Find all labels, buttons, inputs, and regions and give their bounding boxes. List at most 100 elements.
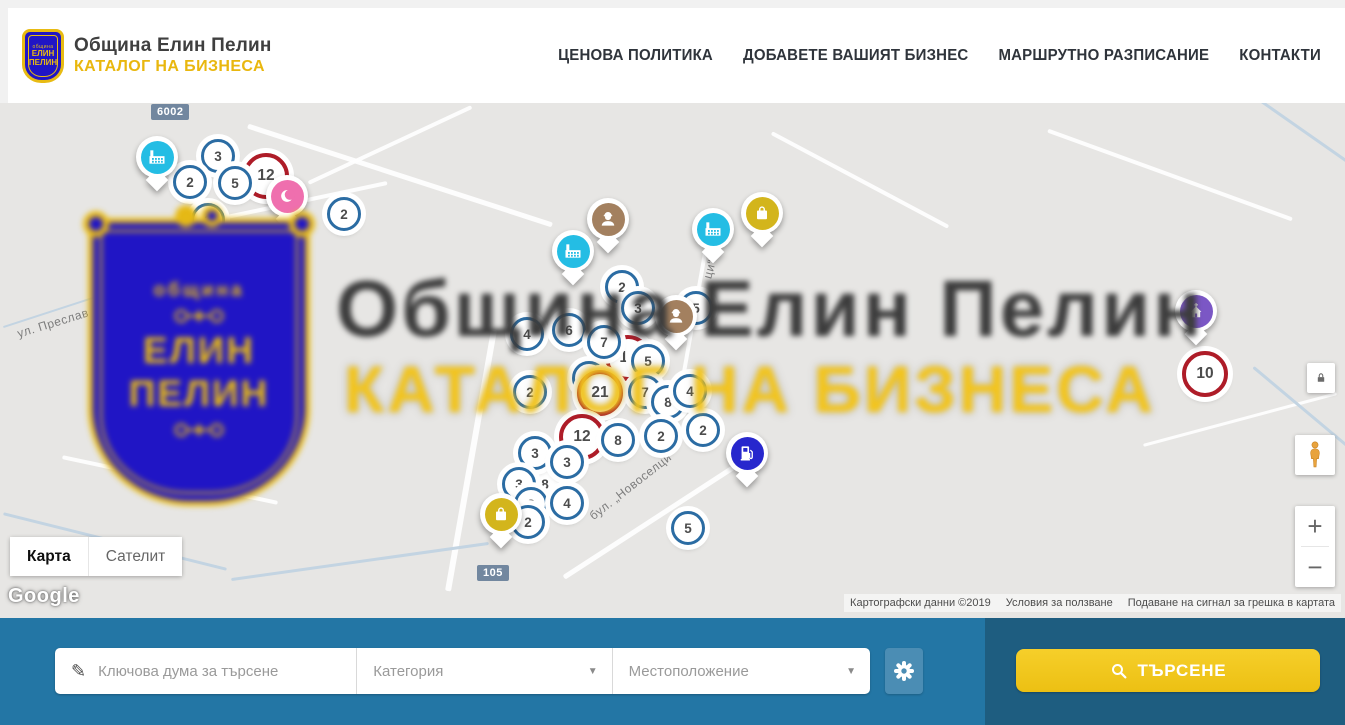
pegman-icon: [1304, 440, 1326, 470]
gear-icon: [892, 659, 916, 683]
cluster-count: 5: [231, 176, 239, 191]
cluster-marker[interactable]: 21: [577, 370, 623, 416]
zoom-out-button[interactable]: −: [1295, 547, 1335, 587]
crescent-pin-marker[interactable]: [266, 175, 308, 231]
bag-icon: [746, 197, 779, 230]
keyword-input[interactable]: [96, 662, 346, 681]
nav-contacts[interactable]: КОНТАКТИ: [1239, 47, 1321, 65]
cluster-marker[interactable]: 2: [644, 419, 678, 453]
cluster-count: 4: [523, 327, 531, 342]
google-logo[interactable]: Google: [8, 585, 80, 608]
factory-pin-marker[interactable]: [552, 230, 594, 286]
terms-of-use-link[interactable]: Условия за ползване: [1006, 597, 1113, 609]
cluster-marker[interactable]: 6: [552, 313, 586, 347]
cluster-marker[interactable]: 4: [510, 317, 544, 351]
map-type-control: Карта Сателит: [10, 537, 182, 576]
cluster-marker[interactable]: 3: [621, 291, 655, 325]
cluster-marker[interactable]: 3: [550, 445, 584, 479]
nav-pricing-policy[interactable]: ЦЕНОВА ПОЛИТИКА: [558, 47, 713, 65]
cluster-count: 2: [186, 175, 194, 190]
cluster-count: 3: [531, 446, 539, 461]
factory-icon: [557, 235, 590, 268]
watermark-crest-name-1: ЕЛИН: [143, 330, 255, 373]
map-type-map-button[interactable]: Карта: [10, 537, 88, 576]
lock-icon: [1314, 370, 1328, 386]
cluster-count: 6: [565, 323, 573, 338]
cluster-count: 8: [541, 477, 549, 492]
cluster-marker[interactable]: 2: [191, 203, 225, 237]
cluster-marker[interactable]: 2: [327, 197, 361, 231]
crest-flourish-icon: [162, 306, 236, 326]
advanced-search-gear-button[interactable]: [885, 648, 923, 694]
page-frame-top: [0, 0, 1345, 8]
church-icon: [1180, 295, 1213, 328]
watermark-crest: община ЕЛИН ПЕЛИН: [88, 218, 310, 506]
cluster-count: 10: [1196, 365, 1213, 383]
pin-disc: [1175, 290, 1217, 332]
cluster-count: 2: [699, 423, 707, 438]
cluster-count: 3: [634, 301, 642, 316]
zoom-in-button[interactable]: +: [1295, 506, 1335, 546]
search-icon: [1110, 662, 1128, 680]
location-select[interactable]: Местоположение ▼: [613, 648, 870, 694]
factory-pin-marker[interactable]: [692, 208, 734, 264]
cluster-marker[interactable]: 10: [1182, 351, 1228, 397]
logo-text: Община Елин Пелин КАТАЛОГ НА БИЗНЕСА: [74, 35, 272, 76]
cluster-count: 2: [204, 213, 212, 228]
factory-icon: [697, 213, 730, 246]
cluster-marker[interactable]: 8: [601, 423, 635, 457]
map-type-satellite-button[interactable]: Сателит: [89, 537, 182, 576]
pin-disc: [136, 136, 178, 178]
factory-pin-marker[interactable]: [136, 136, 178, 192]
fuel-pin-marker[interactable]: [726, 432, 768, 488]
pin-disc: [552, 230, 594, 272]
cluster-marker[interactable]: 5: [218, 166, 252, 200]
road-line: [62, 455, 278, 505]
map-canvas[interactable]: 6002105ул. Преславбул. „Новоселци“ци“ 12…: [0, 103, 1345, 618]
crescent-icon: [271, 180, 304, 213]
bag-pin-marker[interactable]: [741, 192, 783, 248]
cluster-marker[interactable]: 3: [518, 436, 552, 470]
cluster-count: 5: [644, 354, 652, 369]
page: община ЕЛИН ПЕЛИН Община Елин Пелин КАТА…: [0, 0, 1345, 725]
crest-name-2: ПЕЛИН: [29, 59, 57, 68]
road-line: [445, 329, 497, 591]
location-placeholder: Местоположение: [629, 663, 749, 680]
cluster-count: 2: [618, 280, 626, 295]
cluster-count: 2: [526, 385, 534, 400]
header-logo-link[interactable]: община ЕЛИН ПЕЛИН Община Елин Пелин КАТА…: [22, 29, 272, 83]
cluster-marker[interactable]: 4: [673, 374, 707, 408]
street-view-pegman-button[interactable]: [1295, 435, 1335, 475]
cluster-marker[interactable]: 4: [550, 486, 584, 520]
cluster-count: 5: [684, 521, 692, 536]
site-title: Община Елин Пелин: [74, 35, 272, 57]
keyword-field: ✎: [55, 648, 356, 694]
category-placeholder: Категория: [373, 663, 443, 680]
church-pin-marker[interactable]: [1175, 290, 1217, 346]
watermark-title: Община Елин Пелин: [336, 263, 1205, 355]
cluster-marker[interactable]: 7: [587, 325, 621, 359]
page-frame-left: [0, 0, 8, 103]
cluster-marker[interactable]: 5: [671, 511, 705, 545]
bag-pin-marker[interactable]: [480, 493, 522, 549]
cluster-count: 7: [641, 385, 649, 400]
cluster-count: 3: [214, 149, 222, 164]
worker-pin-marker[interactable]: [655, 295, 697, 351]
map-attribution: Картографски данни ©2019 Условия за полз…: [844, 594, 1341, 612]
report-map-error-link[interactable]: Подаване на сигнал за грешка в картата: [1128, 597, 1335, 609]
road-number-badge: 105: [477, 565, 509, 581]
search-button-label: ТЪРСЕНЕ: [1138, 661, 1227, 681]
nav-add-your-business[interactable]: ДОБАВЕТЕ ВАШИЯТ БИЗНЕС: [743, 47, 968, 65]
nav-route-schedule[interactable]: МАРШРУТНО РАЗПИСАНИЕ: [998, 47, 1209, 65]
cluster-count: 2: [524, 515, 532, 530]
cluster-marker[interactable]: 2: [173, 165, 207, 199]
cluster-marker[interactable]: 2: [686, 413, 720, 447]
pin-disc: [655, 295, 697, 337]
main-nav: ЦЕНОВА ПОЛИТИКА ДОБАВЕТЕ ВАШИЯТ БИЗНЕС М…: [558, 47, 1321, 64]
category-select[interactable]: Категория ▼: [357, 648, 611, 694]
cluster-count: 4: [686, 384, 694, 399]
cluster-marker[interactable]: 2: [513, 375, 547, 409]
bag-icon: [485, 498, 518, 531]
map-lock-button[interactable]: [1307, 363, 1335, 393]
search-button[interactable]: ТЪРСЕНЕ: [1016, 649, 1320, 692]
